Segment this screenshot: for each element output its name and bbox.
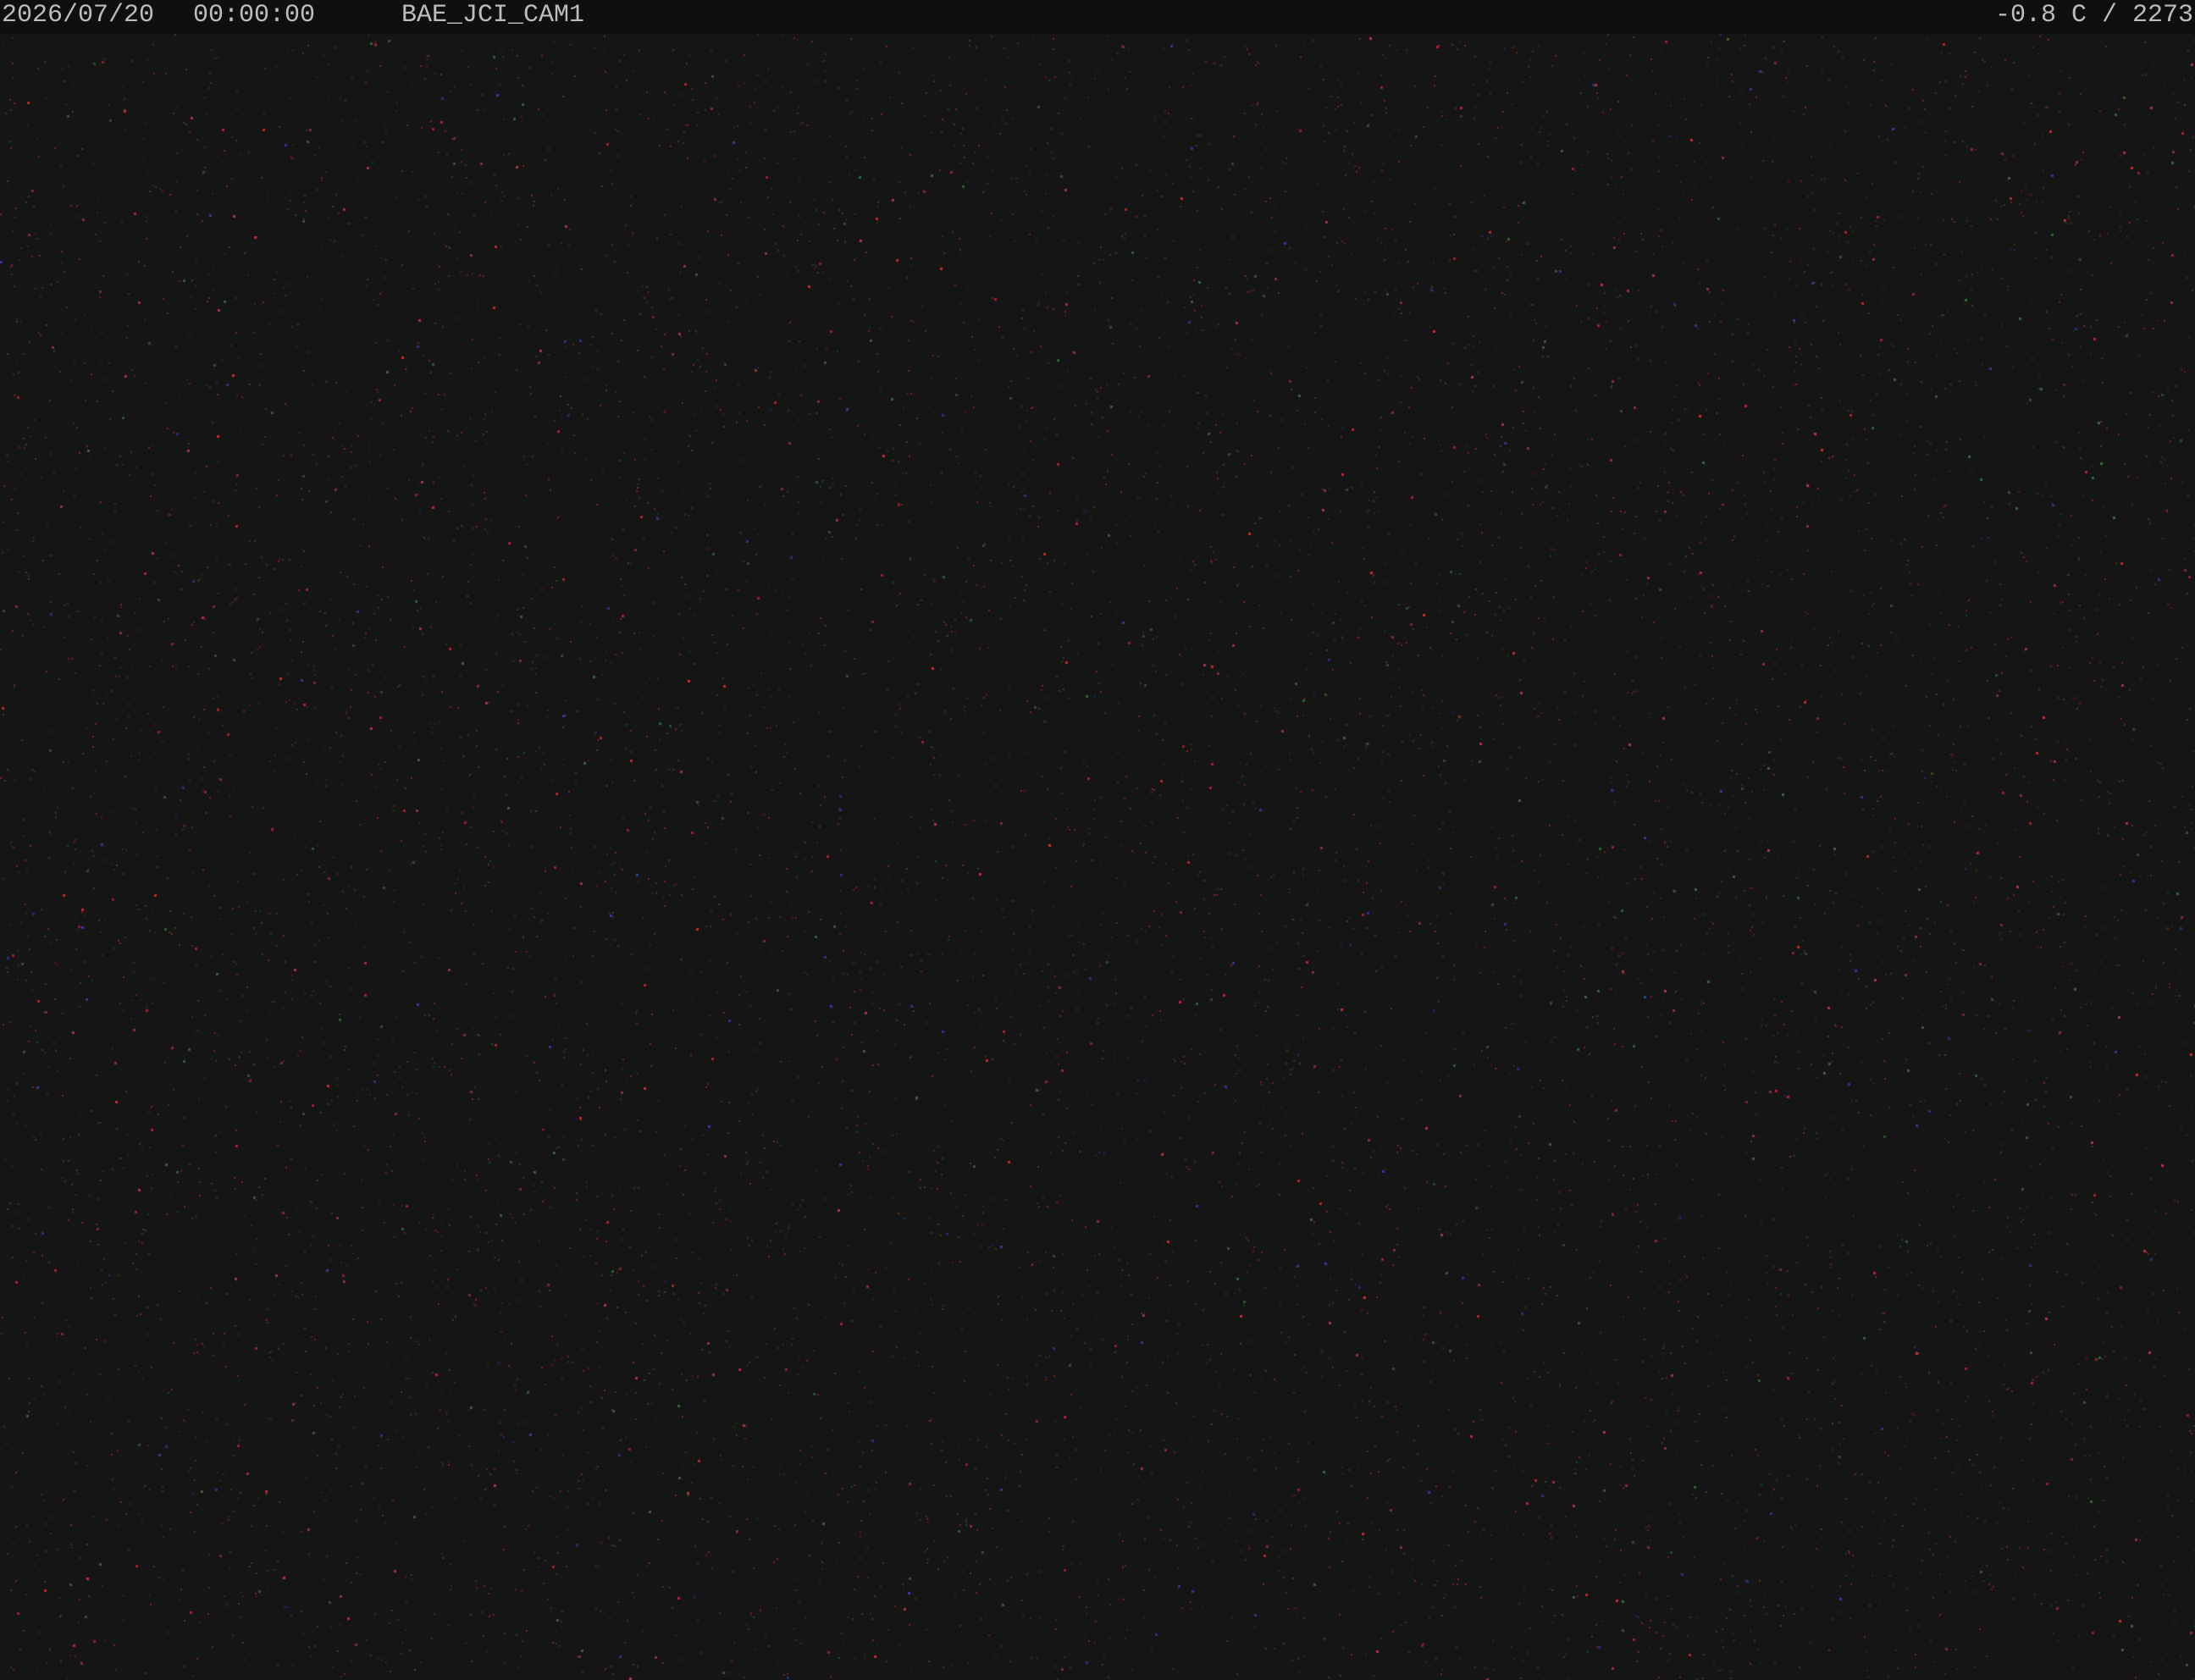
camera-frame: 2026/07/20 00:00:00 BAE_JCI_CAM1 -0.8 C …: [0, 0, 2195, 1680]
timestamp-overlay-bar: [0, 0, 2195, 34]
night-sky-image: [0, 0, 2195, 1680]
overlay-temperature-reading: -0.8 C / 2273: [1994, 1, 2193, 30]
overlay-camera-name: BAE_JCI_CAM1: [401, 1, 585, 30]
overlay-time: 00:00:00: [193, 1, 316, 30]
overlay-date: 2026/07/20: [2, 1, 155, 30]
